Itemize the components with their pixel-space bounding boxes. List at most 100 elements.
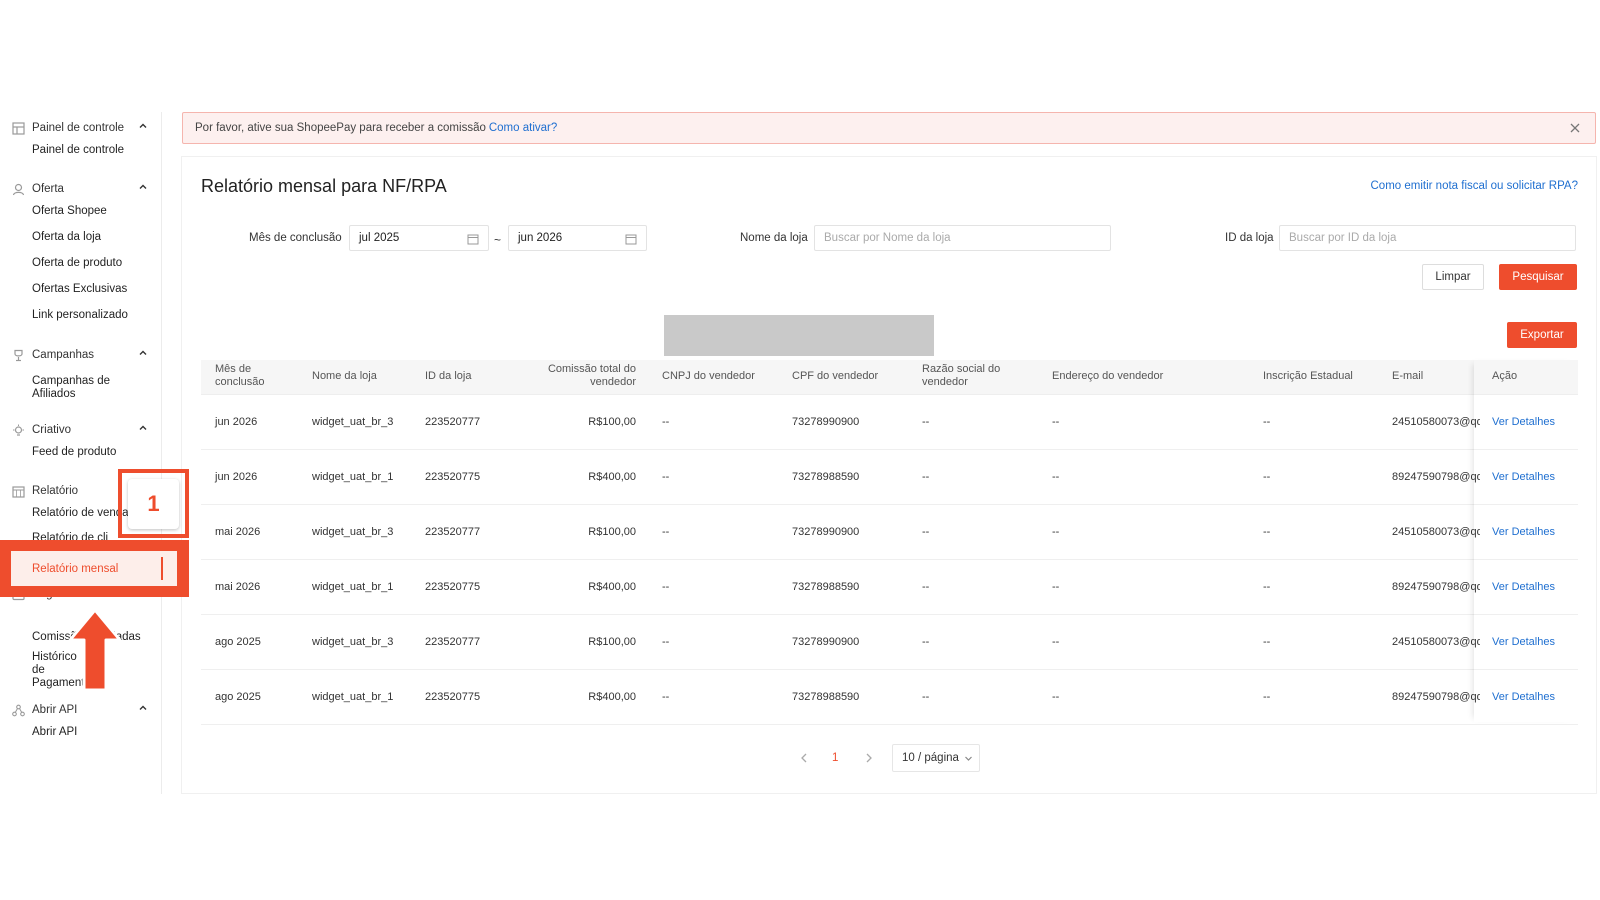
month-to-value: jun 2026: [518, 232, 563, 244]
calendar-icon: [625, 233, 637, 245]
cell-cnpj: --: [662, 636, 670, 648]
store-id-label: ID da loja: [1225, 232, 1274, 244]
sidebar-item-painel[interactable]: Painel de controle: [32, 144, 152, 157]
sidebar-item-oferta-loja[interactable]: Oferta da loja: [32, 231, 152, 244]
trophy-icon: [12, 349, 25, 362]
tutorial-step-badge: 1: [128, 479, 179, 529]
cell-month: ago 2025: [215, 691, 261, 703]
cell-inscricao: --: [1263, 636, 1271, 648]
cell-commission: R$100,00: [588, 526, 636, 538]
view-details-link[interactable]: Ver Detalhes: [1492, 581, 1555, 593]
store-id-input[interactable]: Buscar por ID da loja: [1279, 225, 1576, 251]
sidebar-group-label: Painel de controle: [32, 122, 125, 134]
sidebar-item-ofertas-exclusivas[interactable]: Ofertas Exclusivas: [32, 283, 152, 296]
sidebar-group-campanhas[interactable]: Campanhas: [12, 345, 152, 365]
cell-cpf: 73278990900: [792, 526, 860, 538]
page-size-select[interactable]: 10 / página: [892, 744, 980, 772]
view-details-link[interactable]: Ver Detalhes: [1492, 416, 1555, 428]
redacted-area: [664, 315, 934, 356]
cell-inscricao: --: [1263, 526, 1271, 538]
cell-razao: --: [922, 636, 930, 648]
clear-button[interactable]: Limpar: [1422, 264, 1484, 290]
active-indicator: [161, 557, 163, 580]
chevron-up-icon[interactable]: [138, 348, 148, 358]
calendar-icon: [467, 233, 479, 245]
view-details-link[interactable]: Ver Detalhes: [1492, 636, 1555, 648]
chevron-up-icon[interactable]: [138, 703, 148, 713]
chevron-up-icon[interactable]: [138, 121, 148, 131]
tutorial-arrow-icon: [66, 606, 124, 694]
help-link[interactable]: Como emitir nota fiscal ou solicitar RPA…: [1371, 180, 1579, 192]
cell-month: jun 2026: [215, 416, 258, 428]
sidebar-item-feed-produto[interactable]: Feed de produto: [32, 446, 152, 459]
cell-commission: R$100,00: [588, 416, 636, 428]
col-razao-social: Razão social do vendedor: [922, 363, 1001, 388]
col-store-id: ID da loja: [425, 370, 472, 382]
cell-store-id: 223520775: [425, 471, 481, 483]
cell-inscricao: --: [1263, 416, 1271, 428]
month-to-picker[interactable]: jun 2026: [508, 225, 647, 251]
table-row: ago 2025 widget_uat_br_3 223520777 R$100…: [201, 615, 1578, 670]
cell-store: widget_uat_br_3: [312, 526, 394, 538]
cell-store: widget_uat_br_1: [312, 691, 394, 703]
page-size-value: 10 / página: [902, 752, 959, 764]
sidebar-item-campanhas-afiliados[interactable]: Campanhas de Afiliados: [32, 375, 152, 401]
sidebar-group-dashboard[interactable]: Painel de controle: [12, 118, 152, 138]
month-from-picker[interactable]: jul 2025: [349, 225, 489, 251]
cell-month: mai 2026: [215, 581, 261, 593]
cell-commission: R$100,00: [588, 636, 636, 648]
col-month: Mês de conclusão: [215, 363, 265, 388]
cell-endereco: --: [1052, 416, 1060, 428]
sidebar-group-criativo[interactable]: Criativo: [12, 420, 152, 440]
sidebar-group-oferta[interactable]: Oferta: [12, 179, 152, 199]
lightbulb-icon: [12, 424, 25, 437]
cell-store-id: 223520775: [425, 691, 481, 703]
cell-commission: R$400,00: [588, 691, 636, 703]
alert-activate-link[interactable]: Como ativar?: [489, 122, 557, 134]
page-number-current[interactable]: 1: [832, 752, 838, 764]
cell-razao: --: [922, 691, 930, 703]
col-commission: Comissão total do vendedor: [547, 363, 636, 388]
cell-store-id: 223520777: [425, 636, 481, 648]
cell-store-id: 223520775: [425, 581, 481, 593]
view-details-link[interactable]: Ver Detalhes: [1492, 471, 1555, 483]
table-row: ago 2025 widget_uat_br_1 223520775 R$400…: [201, 670, 1578, 725]
sidebar-item-relatorio-mensal[interactable]: Relatório mensal: [11, 551, 177, 586]
store-name-input[interactable]: Buscar por Nome da loja: [814, 225, 1111, 251]
sidebar-group-label: Relatório: [32, 485, 79, 497]
export-button[interactable]: Exportar: [1507, 322, 1577, 348]
table-row: mai 2026 widget_uat_br_3 223520777 R$100…: [201, 505, 1578, 560]
chevron-up-icon[interactable]: [138, 423, 148, 433]
cell-inscricao: --: [1263, 581, 1271, 593]
next-page-icon[interactable]: [864, 752, 874, 764]
cell-store-id: 223520777: [425, 526, 481, 538]
chevron-up-icon[interactable]: [138, 182, 148, 192]
view-details-link[interactable]: Ver Detalhes: [1492, 691, 1555, 703]
cell-store: widget_uat_br_3: [312, 636, 394, 648]
sidebar-group-label: Abrir API: [32, 704, 78, 716]
calendar-icon: [12, 485, 25, 498]
sidebar-group-api[interactable]: Abrir API: [12, 700, 152, 720]
table-row: jun 2026 widget_uat_br_1 223520775 R$400…: [201, 450, 1578, 505]
col-store-name: Nome da loja: [312, 370, 377, 382]
sidebar-item-relatorio-cliques[interactable]: Relatório de cli: [32, 532, 132, 540]
cell-cpf: 73278990900: [792, 636, 860, 648]
cell-email: 24510580073@qq.com: [1392, 526, 1480, 538]
view-details-link[interactable]: Ver Detalhes: [1492, 526, 1555, 538]
sidebar-item-oferta-shopee[interactable]: Oferta Shopee: [32, 205, 152, 218]
sidebar-item-oferta-produto[interactable]: Oferta de produto: [32, 257, 152, 270]
cell-razao: --: [922, 581, 930, 593]
sidebar-item-abrir-api[interactable]: Abrir API: [32, 726, 152, 739]
offer-icon: [12, 183, 25, 196]
sidebar-item-label: Relatório mensal: [32, 562, 119, 575]
col-cpf: CPF do vendedor: [792, 370, 879, 382]
sidebar-item-link-personalizado[interactable]: Link personalizado: [32, 309, 152, 322]
cell-commission: R$400,00: [588, 471, 636, 483]
prev-page-icon[interactable]: [799, 752, 809, 764]
cell-razao: --: [922, 471, 930, 483]
table-row: jun 2026 widget_uat_br_3 223520777 R$100…: [201, 395, 1578, 450]
store-name-label: Nome da loja: [740, 232, 808, 244]
close-icon[interactable]: [1569, 122, 1581, 134]
col-cnpj: CNPJ do vendedor: [662, 370, 755, 382]
search-button[interactable]: Pesquisar: [1499, 264, 1577, 290]
